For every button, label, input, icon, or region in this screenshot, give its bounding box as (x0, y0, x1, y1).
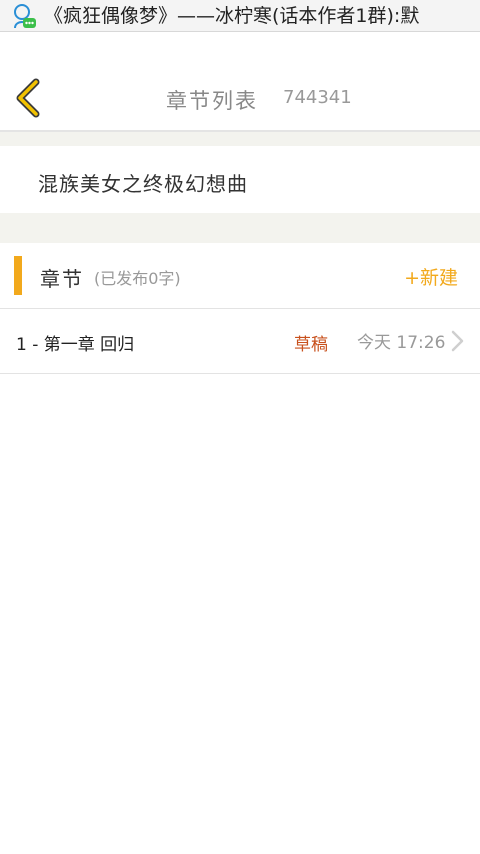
section-accent-bar (14, 256, 22, 295)
page-title: 章节列表 (166, 89, 258, 113)
app-header: 章节列表 744341 (0, 32, 480, 132)
chevron-right-icon (451, 330, 464, 352)
novel-title: 混族美女之终极幻想曲 (38, 172, 248, 196)
section-title: 章节 (40, 267, 84, 291)
status-bar: 《疯狂偶像梦》——冰柠寒(话本作者1群):默 (0, 0, 480, 32)
chapter-timestamp: 今天 17:26 (357, 333, 446, 353)
divider-gap (0, 132, 480, 146)
chat-bubble-person-icon (14, 4, 36, 29)
novel-title-row: 混族美女之终极幻想曲 (0, 146, 480, 213)
chapter-title: 1 - 第一章 回归 (16, 335, 135, 355)
notification-text: 《疯狂偶像梦》——冰柠寒(话本作者1群):默 (44, 5, 420, 27)
chapter-list-item[interactable]: 1 - 第一章 回归 草稿 今天 17:26 (0, 309, 480, 374)
chapter-status-badge: 草稿 (294, 335, 328, 355)
novel-id: 744341 (283, 87, 352, 108)
divider-gap (0, 213, 480, 243)
new-chapter-button[interactable]: +新建 (404, 263, 458, 290)
published-word-count: (已发布0字) (94, 269, 181, 288)
chapters-section-header: 章节 (已发布0字) +新建 (0, 243, 480, 309)
chevron-left-icon[interactable] (12, 78, 46, 118)
